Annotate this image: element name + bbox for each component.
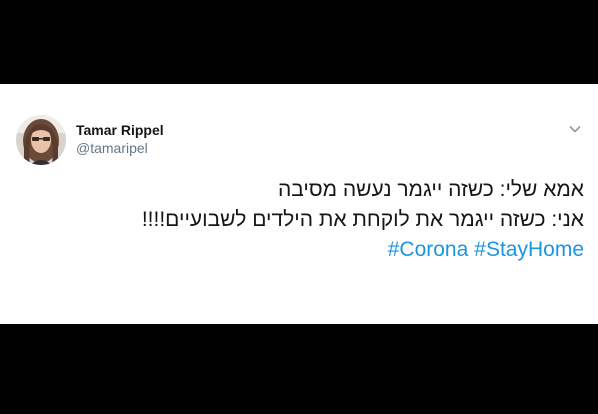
tweet-text: אמא שלי: כשזה ייגמר נעשה מסיבה אני: כשזה…: [16, 175, 584, 265]
hashtag-list: #Corona #StayHome: [16, 235, 584, 265]
author-handle[interactable]: @tamaripel: [76, 139, 164, 157]
chevron-down-icon: [569, 126, 581, 133]
tweet-menu-button[interactable]: [568, 122, 582, 136]
tweet-text-line: אמא שלי: כשזה ייגמר נעשה מסיבה: [277, 178, 584, 201]
hashtag-link[interactable]: #Corona: [388, 238, 469, 261]
author-display-name[interactable]: Tamar Rippel: [76, 121, 164, 139]
hashtag-link[interactable]: #StayHome: [474, 238, 584, 261]
tweet-author[interactable]: Tamar Rippel @tamaripel: [76, 121, 164, 157]
profile-photo-icon: [16, 115, 66, 165]
tweet-text-line: אני: כשזה ייגמר את לוקחת את הילדים לשבוע…: [141, 208, 584, 231]
tweet-card: Tamar Rippel @tamaripel אמא שלי: כשזה יי…: [0, 84, 598, 324]
screenshot-frame: Tamar Rippel @tamaripel אמא שלי: כשזה יי…: [0, 0, 598, 414]
avatar[interactable]: [16, 115, 66, 165]
